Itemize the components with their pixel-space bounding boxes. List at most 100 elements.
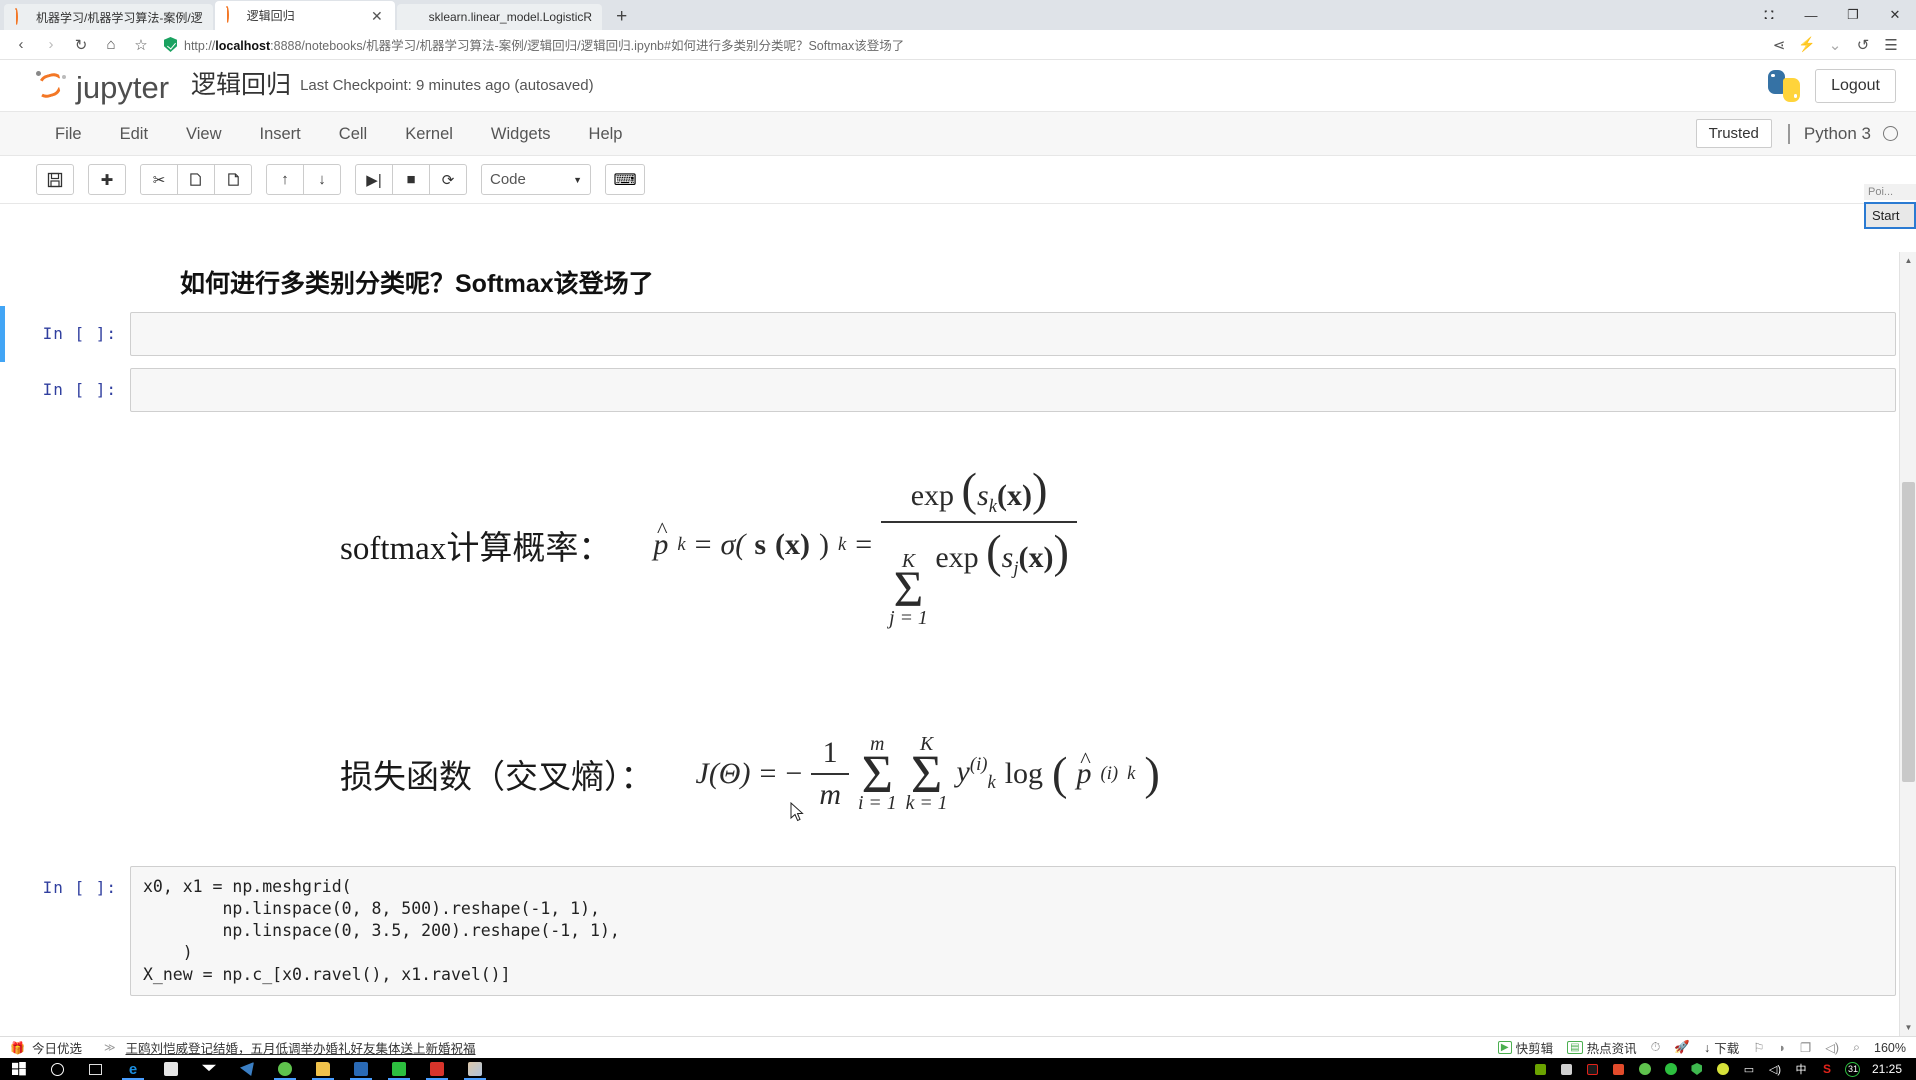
cell-type-select[interactable]: Code ▼	[481, 164, 591, 195]
window-icon[interactable]: ❐	[1800, 1040, 1811, 1055]
menu-kernel[interactable]: Kernel	[386, 112, 472, 156]
scroll-down-arrow[interactable]: ▼	[1900, 1019, 1916, 1036]
news-icon[interactable]	[342, 1058, 380, 1080]
notebook-cell[interactable]: In [ ]: x0, x1 = np.meshgrid( np.linspac…	[0, 860, 1916, 1002]
move-cell-up-icon[interactable]: ↑	[266, 164, 304, 195]
explorer-icon[interactable]	[304, 1058, 342, 1080]
search-icon[interactable]: ⌕	[1853, 1040, 1860, 1055]
vertical-scrollbar[interactable]: ▲ ▼	[1899, 252, 1916, 1036]
notebook-scroll-area[interactable]: 如何进行多类别分类呢？Softmax该登场了 In [ ]: In [ ]: s…	[0, 252, 1916, 1036]
browser360-icon[interactable]	[266, 1058, 304, 1080]
calendar-icon[interactable]: 31	[1840, 1058, 1866, 1080]
360-icon[interactable]	[1632, 1058, 1658, 1080]
ticker-label[interactable]: 今日优选	[32, 1038, 82, 1057]
news-headline-link[interactable]: 王鸥刘恺威登记结婚，五月低调举办婚礼好友集体送上新婚祝福	[125, 1038, 475, 1057]
sogou-icon[interactable]: S	[1814, 1058, 1840, 1080]
wechat-icon[interactable]	[380, 1058, 418, 1080]
formula-crossentropy-math: J(Θ) = − 1 m m Σ i = 1 K Σ k = 1 y(i)k l…	[695, 733, 1160, 815]
menu-icon[interactable]: ☰	[1878, 30, 1904, 60]
cut-icon[interactable]: ✂	[140, 164, 178, 195]
coffee-icon[interactable]	[1606, 1058, 1632, 1080]
nvidia-icon[interactable]	[1528, 1058, 1554, 1080]
notebook-cell[interactable]: In [ ]:	[0, 306, 1916, 362]
start-icon[interactable]	[0, 1058, 38, 1080]
command-palette-button[interactable]: ⌨	[605, 164, 645, 195]
rocket-icon[interactable]: 🚀	[1674, 1040, 1690, 1055]
browser-tab-3[interactable]: sklearn.linear_model.LogisticR	[396, 4, 603, 30]
bolt-icon[interactable]: ⚡	[1794, 30, 1820, 60]
save-button[interactable]	[36, 164, 74, 195]
popup-start-button[interactable]: Start	[1864, 202, 1916, 229]
new-tab-button[interactable]: +	[604, 4, 639, 30]
forward-icon[interactable]: ›	[36, 30, 66, 60]
browser-tab-1[interactable]: 机器学习/机器学习算法-案例/逻	[4, 4, 213, 30]
menu-view[interactable]: View	[167, 112, 240, 156]
maximize-button[interactable]: ❐	[1832, 0, 1874, 30]
volume-icon[interactable]: ◁)	[1762, 1058, 1788, 1080]
chevron-right-icon[interactable]: ≫	[104, 1041, 116, 1054]
mail-icon[interactable]	[190, 1058, 228, 1080]
home-icon[interactable]: ⌂	[96, 30, 126, 60]
menu-file[interactable]: File	[36, 112, 101, 156]
move-cell-down-icon[interactable]: ↓	[303, 164, 341, 195]
flag-icon[interactable]: ⚐	[1753, 1040, 1764, 1055]
kernel-indicator[interactable]: Python 3	[1787, 123, 1898, 144]
close-icon[interactable]: ✕	[369, 9, 385, 23]
menu-help[interactable]: Help	[570, 112, 642, 156]
cortana-icon[interactable]	[38, 1058, 76, 1080]
bookmark-icon[interactable]: ☆	[126, 30, 156, 60]
news-tool[interactable]: ▤ 热点资讯	[1567, 1038, 1637, 1057]
reload-icon[interactable]: ↻	[66, 30, 96, 60]
back-icon[interactable]: ‹	[6, 30, 36, 60]
edge-icon[interactable]: e	[114, 1058, 152, 1080]
logout-button[interactable]: Logout	[1815, 68, 1896, 103]
menu-edit[interactable]: Edit	[101, 112, 167, 156]
display-icon[interactable]: ▭	[1736, 1058, 1762, 1080]
clip-tool[interactable]: ▶ 快剪辑	[1497, 1038, 1553, 1057]
close-window-button[interactable]: ✕	[1874, 0, 1916, 30]
pycharm-icon[interactable]	[418, 1058, 456, 1080]
app-icon[interactable]	[1710, 1058, 1736, 1080]
cell-input[interactable]	[130, 368, 1896, 412]
speed-icon[interactable]: ⏱	[1651, 1040, 1661, 1055]
notebook-title[interactable]: 逻辑回归	[191, 73, 291, 98]
scrollbar-thumb[interactable]	[1902, 482, 1915, 782]
shirt-icon[interactable]: ⛚	[1748, 0, 1790, 30]
copy-icon[interactable]	[177, 164, 215, 195]
history-icon[interactable]: ↺	[1850, 30, 1876, 60]
paint-icon[interactable]	[456, 1058, 494, 1080]
address-bar[interactable]: http://localhost:8888/notebooks/机器学习/机器学…	[164, 33, 1766, 57]
wechat-tray-icon[interactable]	[1658, 1058, 1684, 1080]
menu-widgets[interactable]: Widgets	[472, 112, 570, 156]
note-icon[interactable]	[1554, 1058, 1580, 1080]
insert-cell-button[interactable]: ✚	[88, 164, 126, 195]
share-icon[interactable]: ⋖	[1766, 30, 1792, 60]
paste-icon[interactable]	[214, 164, 252, 195]
shield-icon[interactable]: ◗	[1778, 1041, 1786, 1055]
taskbar-clock[interactable]: 21:25	[1866, 1062, 1912, 1076]
volume-icon[interactable]: ◁)	[1825, 1040, 1839, 1055]
taskview-icon[interactable]	[76, 1058, 114, 1080]
trusted-badge[interactable]: Trusted	[1695, 119, 1772, 148]
floating-popup[interactable]: Poi... Start	[1864, 184, 1916, 229]
interrupt-kernel-icon[interactable]: ■	[392, 164, 430, 195]
scroll-up-arrow[interactable]: ▲	[1900, 252, 1916, 269]
cell-input[interactable]: x0, x1 = np.meshgrid( np.linspace(0, 8, …	[130, 866, 1896, 997]
chevron-down-icon[interactable]: ⌄	[1822, 30, 1848, 60]
jupyter-logo[interactable]: jupyter	[34, 69, 169, 103]
cell-input[interactable]	[130, 312, 1896, 356]
restart-kernel-icon[interactable]: ⟳	[429, 164, 467, 195]
run-cell-icon[interactable]: ▶|	[355, 164, 393, 195]
ime-indicator[interactable]: 中	[1788, 1058, 1814, 1080]
menu-insert[interactable]: Insert	[241, 112, 320, 156]
download-tool[interactable]: ↓ 下载	[1704, 1038, 1739, 1057]
shield-tray-icon[interactable]	[1684, 1058, 1710, 1080]
menu-cell[interactable]: Cell	[320, 112, 386, 156]
browser-tab-2[interactable]: 逻辑回归 ✕	[214, 1, 395, 30]
minimize-button[interactable]: —	[1790, 0, 1832, 30]
store-icon[interactable]	[152, 1058, 190, 1080]
notebook-cell[interactable]: In [ ]:	[0, 362, 1916, 418]
acrobat-icon[interactable]	[1580, 1058, 1606, 1080]
bird-icon[interactable]	[228, 1058, 266, 1080]
zoom-level-label[interactable]: 160%	[1874, 1041, 1906, 1055]
